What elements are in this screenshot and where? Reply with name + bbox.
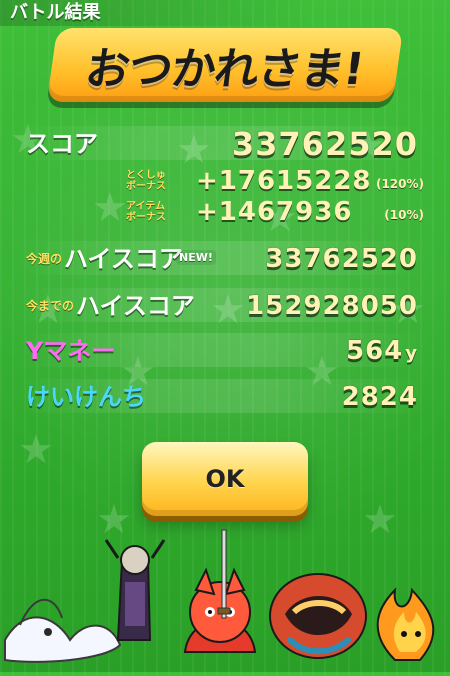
all-time-high-score-label: 今までのハイスコア xyxy=(26,287,195,325)
weekly-high-score-text: ハイスコア xyxy=(64,245,183,273)
bonus-item-row: アイテム ボーナス +1467936 (10%) xyxy=(0,199,450,225)
weekly-high-score-label: 今週のハイスコア xyxy=(26,240,183,278)
bonus-item-label-line2: ボーナス xyxy=(126,212,166,223)
money-amount: 564 xyxy=(345,336,404,366)
money-row: Yマネー 564 y xyxy=(0,328,450,374)
bonus-tokushu-value: +17615228 xyxy=(196,166,372,196)
banner-title: おつかれさま! xyxy=(82,44,367,95)
new-badge: NEW! xyxy=(176,250,216,265)
weekly-high-score-row: 今週のハイスコア NEW! 33762520 xyxy=(0,236,450,282)
all-time-high-score-value: 152928050 xyxy=(246,291,418,321)
score-label: スコア xyxy=(26,130,98,158)
samurai-yokai-icon xyxy=(104,539,166,641)
star-icon: ★ xyxy=(18,427,54,473)
all-time-high-score-text: ハイスコア xyxy=(76,292,195,320)
weekly-prefix: 今週の xyxy=(26,252,63,266)
money-value: 564 y xyxy=(346,328,418,374)
white-fox-yokai-icon xyxy=(4,598,122,663)
money-label: Yマネー xyxy=(26,337,116,365)
screen-title: バトル結果 xyxy=(0,0,450,26)
all-time-high-score-row: 今までのハイスコア 152928050 xyxy=(0,283,450,329)
bonus-tokushu-label-line1: とくしゅ xyxy=(126,170,166,181)
bonus-tokushu-label: とくしゅ ボーナス xyxy=(126,170,196,192)
score-value: 33762520 xyxy=(231,125,418,163)
bonus-tokushu-percent: (120%) xyxy=(375,177,424,191)
exp-label: けいけんち xyxy=(26,383,146,411)
character-party xyxy=(0,520,450,672)
character-illustration xyxy=(4,529,435,663)
money-unit: y xyxy=(405,343,418,364)
exp-row: けいけんち 2824 xyxy=(0,374,450,420)
red-cat-warrior-icon xyxy=(183,529,257,653)
bonus-item-percent: (10%) xyxy=(384,208,424,222)
all-time-prefix: 今までの xyxy=(26,299,75,313)
exp-value: 2824 xyxy=(341,382,418,412)
bonus-item-label: アイテム ボーナス xyxy=(126,201,196,223)
bonus-tokushu-row: とくしゅ ボーナス +17615228 (120%) xyxy=(0,168,450,194)
bonus-tokushu-label-line2: ボーナス xyxy=(126,181,166,192)
ok-button-label: OK xyxy=(205,465,245,493)
score-row: スコア 33762520 xyxy=(0,121,450,167)
bonus-item-value: +1467936 xyxy=(196,197,353,227)
big-mouth-yokai-icon xyxy=(269,573,367,659)
bonus-item-label-line1: アイテム xyxy=(126,201,165,212)
fire-yokai-icon xyxy=(376,587,435,661)
ok-button[interactable]: OK xyxy=(142,442,308,516)
weekly-high-score-value: 33762520 xyxy=(265,244,418,274)
